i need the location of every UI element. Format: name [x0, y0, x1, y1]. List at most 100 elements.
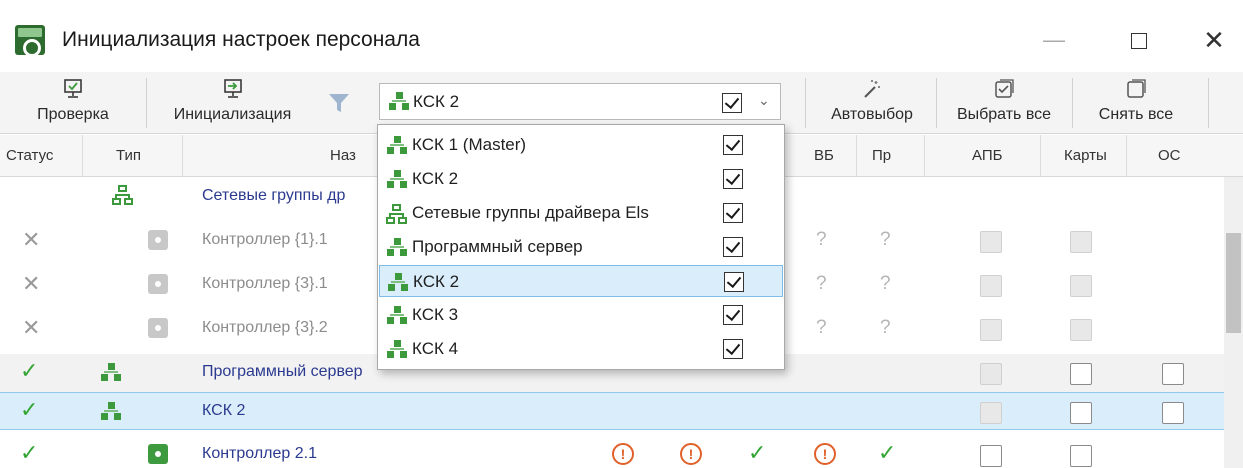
- cards-checkbox[interactable]: [1070, 445, 1092, 467]
- dropdown-item[interactable]: КСК 4: [379, 333, 783, 365]
- dropdown-item-checkbox[interactable]: [724, 272, 744, 292]
- dropdown-item[interactable]: КСК 3: [379, 299, 783, 331]
- server-icon: [388, 92, 410, 112]
- warning-icon: !: [612, 443, 634, 465]
- vertical-scrollbar[interactable]: [1224, 177, 1243, 468]
- dropdown-item-checkbox[interactable]: [723, 339, 743, 359]
- column-apb[interactable]: АПБ: [972, 147, 1002, 164]
- dropdown-item[interactable]: КСК 1 (Master): [379, 129, 783, 161]
- dropdown-item-checkbox[interactable]: [723, 135, 743, 155]
- status-error-icon: ✕: [22, 271, 41, 296]
- toolbar-divider: [1208, 78, 1209, 128]
- table-row[interactable]: ✓ Контроллер 2.1 ! ! ✓ ! ✓: [0, 436, 1224, 468]
- init-button[interactable]: Инициализация: [150, 72, 315, 132]
- select-all-button[interactable]: Выбрать все: [940, 72, 1068, 132]
- warning-icon: !: [680, 443, 702, 465]
- server-icon: [386, 340, 408, 360]
- network-group-icon: [112, 185, 134, 207]
- check-icon: ✓: [748, 440, 767, 465]
- row-name: Сетевые группы др: [202, 187, 346, 204]
- network-group-icon: [386, 204, 408, 226]
- pr-unknown-mark: ?: [880, 317, 891, 338]
- dropdown-item[interactable]: КСК 2: [379, 163, 783, 195]
- toolbar-divider: [805, 78, 806, 128]
- combobox-checkbox[interactable]: [722, 93, 742, 113]
- server-icon: [386, 170, 408, 190]
- scrollbar-thumb[interactable]: [1226, 233, 1241, 333]
- column-cards[interactable]: Карты: [1064, 147, 1107, 164]
- dropdown-item-highlighted[interactable]: КСК 2: [379, 265, 783, 297]
- column-divider: [82, 135, 83, 177]
- column-name[interactable]: Наз: [330, 147, 356, 164]
- maximize-button[interactable]: [1117, 20, 1161, 60]
- toolbar-divider: [936, 78, 937, 128]
- column-vb[interactable]: ВБ: [814, 147, 834, 164]
- apb-checkbox: [980, 402, 1002, 424]
- dropdown-item-checkbox[interactable]: [723, 203, 743, 223]
- os-checkbox[interactable]: [1162, 402, 1184, 424]
- cards-checkbox[interactable]: [1070, 402, 1092, 424]
- chevron-down-icon[interactable]: ⌄: [758, 92, 770, 109]
- row-name: КСК 2: [202, 402, 246, 419]
- magic-wand-icon: [864, 80, 880, 98]
- minimize-button[interactable]: —: [1032, 20, 1076, 60]
- dropdown-item-label: КСК 2: [413, 272, 460, 291]
- server-icon: [386, 136, 408, 156]
- status-error-icon: ✕: [22, 227, 41, 252]
- warning-icon: !: [814, 443, 836, 465]
- dropdown-item-checkbox[interactable]: [723, 169, 743, 189]
- status-ok-icon: ✓: [20, 440, 39, 465]
- dropdown-item-checkbox[interactable]: [723, 237, 743, 257]
- check-button-label: Проверка: [37, 106, 109, 123]
- server-dropdown-list: КСК 1 (Master) КСК 2 Сетевые группы драй…: [377, 124, 785, 370]
- apb-checkbox: [980, 319, 1002, 341]
- dropdown-item[interactable]: Программный сервер: [379, 231, 783, 263]
- combobox-value: КСК 2: [413, 92, 460, 111]
- column-divider: [856, 135, 857, 177]
- server-filter-combobox[interactable]: КСК 2 ⌄: [379, 83, 781, 120]
- apb-checkbox[interactable]: [980, 445, 1002, 467]
- column-divider: [1040, 135, 1041, 177]
- controller-icon: [148, 274, 168, 294]
- dropdown-item-label: Программный сервер: [412, 237, 583, 256]
- window-title: Инициализация настроек персонала: [62, 28, 420, 51]
- pr-unknown-mark: ?: [880, 273, 891, 294]
- filter-icon[interactable]: [328, 92, 350, 114]
- status-ok-icon: ✓: [20, 397, 39, 422]
- column-os[interactable]: ОС: [1158, 147, 1181, 164]
- dropdown-item-label: КСК 2: [412, 169, 459, 188]
- column-divider: [182, 135, 183, 177]
- column-divider: [924, 135, 925, 177]
- pr-unknown-mark: ?: [880, 229, 891, 250]
- controller-icon: [148, 230, 168, 250]
- toolbar-divider: [146, 78, 147, 128]
- deselect-all-button[interactable]: Снять все: [1076, 72, 1196, 132]
- monitor-import-icon: [223, 79, 242, 98]
- server-icon: [100, 363, 122, 383]
- column-type[interactable]: Тип: [116, 147, 141, 164]
- cards-checkbox: [1070, 275, 1092, 297]
- vb-unknown-mark: ?: [816, 317, 827, 338]
- deselect-all-button-label: Снять все: [1098, 106, 1174, 123]
- cards-checkbox[interactable]: [1070, 363, 1092, 385]
- dropdown-item[interactable]: Сетевые группы драйвера Els: [379, 197, 783, 229]
- dropdown-item-label: КСК 4: [412, 339, 459, 358]
- column-pr[interactable]: Пр: [872, 147, 891, 164]
- close-button[interactable]: ✕: [1192, 20, 1236, 60]
- cards-checkbox: [1070, 231, 1092, 253]
- dropdown-item-checkbox[interactable]: [723, 305, 743, 325]
- status-error-icon: ✕: [22, 315, 41, 340]
- column-status[interactable]: Статус: [6, 147, 53, 164]
- title-bar: Инициализация настроек персонала — ✕: [0, 0, 1243, 72]
- autoselect-button[interactable]: Автовыбор: [812, 72, 932, 132]
- check-button[interactable]: Проверка: [0, 72, 146, 132]
- select-all-button-label: Выбрать все: [956, 106, 1052, 123]
- table-row[interactable]: ✓ КСК 2: [0, 392, 1224, 430]
- dropdown-item-label: КСК 3: [412, 305, 459, 324]
- dropdown-item-label: КСК 1 (Master): [412, 135, 527, 154]
- deselect-all-icon: [1127, 79, 1146, 98]
- os-checkbox[interactable]: [1162, 363, 1184, 385]
- column-divider: [1126, 135, 1127, 177]
- init-button-label: Инициализация: [173, 106, 292, 123]
- row-name: Контроллер {1}.1: [202, 231, 328, 248]
